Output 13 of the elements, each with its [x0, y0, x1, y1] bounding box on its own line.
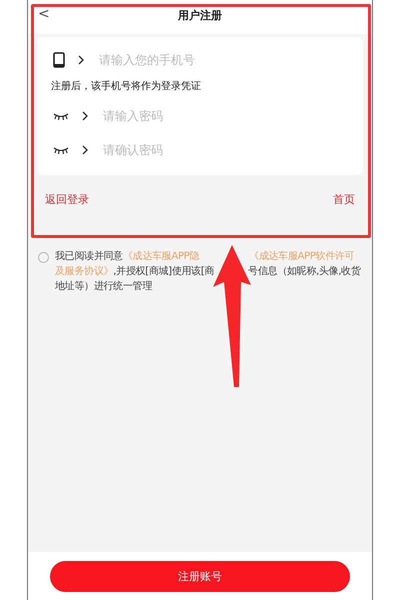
agreement-text: 号信息（如昵称,头像,收货: [248, 266, 361, 277]
input-field[interactable]: 请输入密码: [103, 109, 347, 123]
home-link[interactable]: 首页: [333, 192, 355, 207]
back-to-login-link[interactable]: 返回登录: [45, 192, 89, 207]
back-button[interactable]: <: [38, 6, 50, 22]
agreement-text: ,并授权[商城]使用该[商: [113, 266, 214, 277]
page-title: 用户注册: [178, 8, 222, 22]
hint-text: 注册后，该手机号将作为登录凭证: [51, 80, 202, 93]
register-button[interactable]: 注册账号: [50, 560, 350, 592]
input-field[interactable]: 请确认密码: [103, 143, 347, 157]
agreement-text: 地址等）进行统一管理: [55, 281, 152, 292]
input-field[interactable]: 请输入您的手机号: [99, 53, 347, 67]
agreement-text: 我已阅读并同意: [55, 251, 123, 262]
